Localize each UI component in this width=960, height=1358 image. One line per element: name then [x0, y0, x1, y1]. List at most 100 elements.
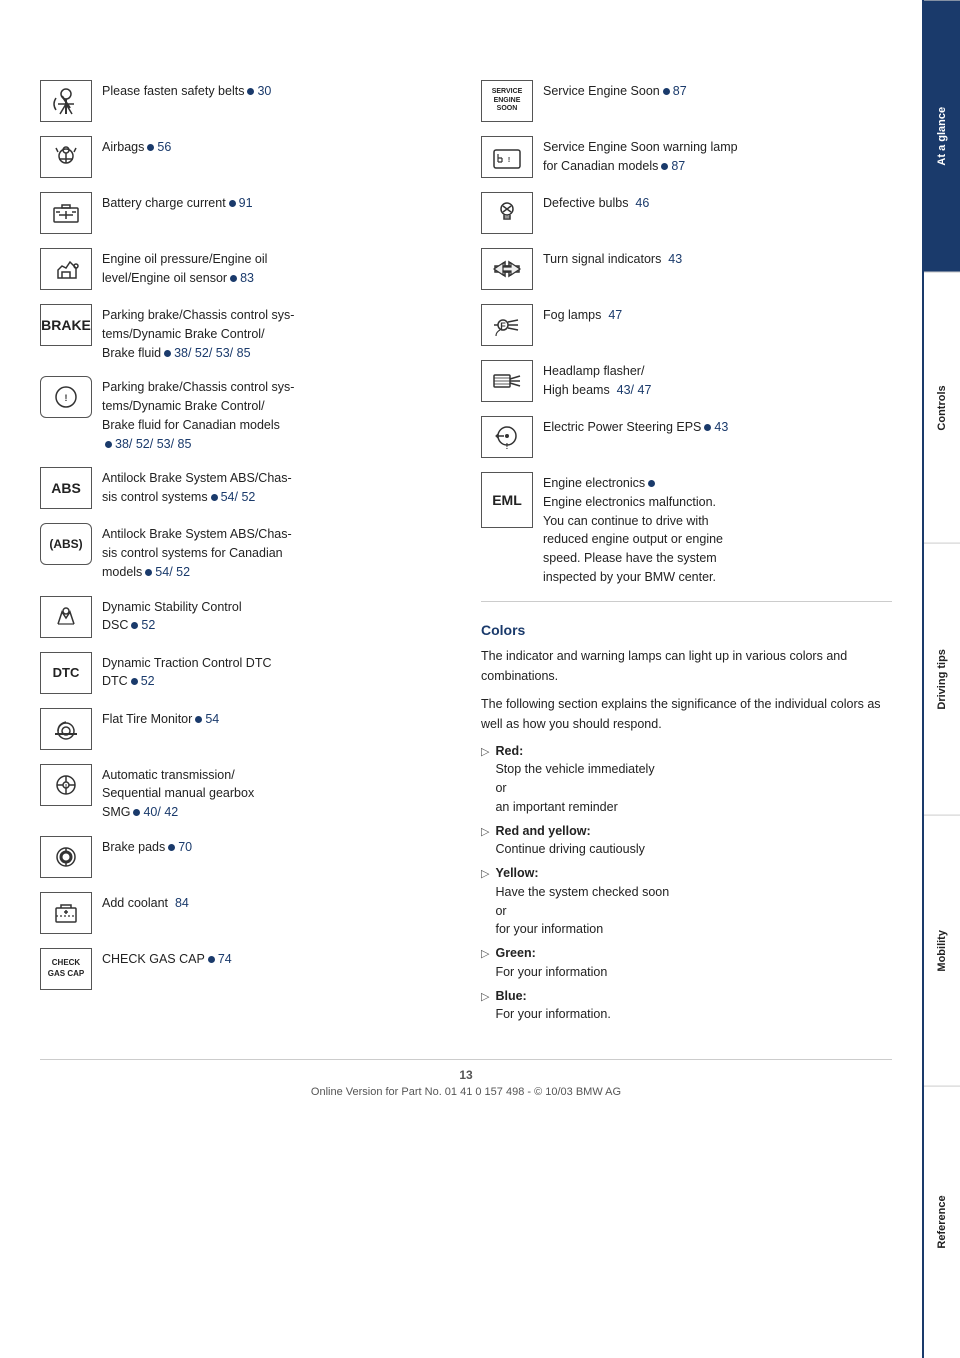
indicator-label: Engine electronics Engine electronics ma… [543, 472, 723, 587]
bullet-dot [145, 569, 152, 576]
sidebar-tab-at-a-glance[interactable]: At a glance [924, 0, 960, 272]
footer-text: Online Version for Part No. 01 41 0 157 … [40, 1086, 892, 1098]
bullet-dot [663, 88, 670, 95]
list-item: DTC Dynamic Traction Control DTCDTC52 [40, 652, 451, 694]
svg-text:!: ! [506, 442, 509, 451]
main-content: Please fasten safety belts30 [0, 0, 922, 1358]
indicator-label: Service Engine Soon warning lampfor Cana… [543, 136, 738, 176]
arrow-icon: ▷ [481, 866, 489, 883]
svg-text:!: ! [508, 157, 510, 164]
content-columns: Please fasten safety belts30 [40, 80, 892, 1029]
indicator-label: Turn signal indicators 43 [543, 248, 682, 269]
abs-icon: ABS [40, 467, 92, 509]
bullet-dot [195, 716, 202, 723]
seatbelt-icon [40, 80, 92, 122]
list-item: (ABS) Antilock Brake System ABS/Chas-sis… [40, 523, 451, 581]
fog-lamps-icon: F [481, 304, 533, 346]
bullet-dot [131, 622, 138, 629]
battery-icon [40, 192, 92, 234]
indicator-label: Parking brake/Chassis control sys-tems/D… [102, 304, 294, 362]
list-item: ! Electric Power Steering EPS43 [481, 416, 892, 458]
list-item: BRAKE Parking brake/Chassis control sys-… [40, 304, 451, 362]
abs-canada-icon: (ABS) [40, 523, 92, 565]
indicator-label: Brake pads70 [102, 836, 192, 857]
flat-tire-icon [40, 708, 92, 750]
right-sidebar: At a glance Controls Driving tips Mobili… [922, 0, 960, 1358]
bullet-dot [661, 163, 668, 170]
list-item: Battery charge current91 [40, 192, 451, 234]
bullet-dot [211, 494, 218, 501]
airbag-icon [40, 136, 92, 178]
defective-bulbs-icon [481, 192, 533, 234]
service-engine-canada-icon: ! [481, 136, 533, 178]
color-blue: ▷ Blue:For your information. [481, 987, 892, 1025]
transmission-icon: ! [40, 764, 92, 806]
indicator-label: Flat Tire Monitor54 [102, 708, 219, 729]
indicator-label: Battery charge current91 [102, 192, 253, 213]
indicator-label: CHECK GAS CAP74 [102, 948, 232, 969]
indicator-label: Please fasten safety belts30 [102, 80, 271, 101]
list-item: Brake pads70 [40, 836, 451, 878]
color-red-yellow: ▷ Red and yellow:Continue driving cautio… [481, 822, 892, 860]
bullet-dot [168, 844, 175, 851]
sidebar-tab-driving-tips[interactable]: Driving tips [924, 543, 960, 815]
dtc-icon: DTC [40, 652, 92, 694]
list-item: F Fog lamps 47 [481, 304, 892, 346]
right-column: SERVICEENGINESOON Service Engine Soon87 … [481, 80, 892, 1029]
colors-section: Colors The indicator and warning lamps c… [481, 622, 892, 1025]
bullet-dot [147, 144, 154, 151]
list-item: EML Engine electronics Engine electronic… [481, 472, 892, 587]
sidebar-tab-reference[interactable]: Reference [924, 1086, 960, 1358]
bullet-dot [230, 275, 237, 282]
brake-pads-icon [40, 836, 92, 878]
bullet-dot [105, 441, 112, 448]
page-footer: 13 Online Version for Part No. 01 41 0 1… [40, 1059, 892, 1098]
list-item: Dynamic Stability ControlDSC52 [40, 596, 451, 638]
svg-text:!: ! [65, 784, 67, 791]
indicator-label: Engine oil pressure/Engine oillevel/Engi… [102, 248, 267, 288]
eml-icon: EML [481, 472, 533, 528]
list-item: SERVICEENGINESOON Service Engine Soon87 [481, 80, 892, 122]
bullet-dot [164, 350, 171, 357]
indicator-label: Defective bulbs 46 [543, 192, 649, 213]
indicator-label: Automatic transmission/Sequential manual… [102, 764, 254, 822]
check-gas-cap-icon: CHECKGAS CAP [40, 948, 92, 990]
sidebar-tab-controls[interactable]: Controls [924, 272, 960, 544]
list-item: Airbags56 [40, 136, 451, 178]
arrow-icon: ▷ [481, 744, 489, 761]
list-item: ABS Antilock Brake System ABS/Chas-sis c… [40, 467, 451, 509]
brake-round-icon: ! [40, 376, 92, 418]
indicator-label: Antilock Brake System ABS/Chas-sis contr… [102, 523, 292, 581]
bullet-dot [247, 88, 254, 95]
indicator-label: Add coolant 84 [102, 892, 189, 913]
section-divider [481, 601, 892, 602]
color-red: ▷ Red:Stop the vehicle immediatelyoran i… [481, 742, 892, 817]
list-item: ! Parking brake/Chassis control sys-tems… [40, 376, 451, 453]
bullet-dot [229, 200, 236, 207]
indicator-label: Dynamic Stability ControlDSC52 [102, 596, 242, 636]
sidebar-tab-mobility[interactable]: Mobility [924, 815, 960, 1087]
list-item: Defective bulbs 46 [481, 192, 892, 234]
page-number: 13 [40, 1068, 892, 1082]
list-item: ! Automatic transmission/Sequential manu… [40, 764, 451, 822]
arrow-icon: ▷ [481, 946, 489, 963]
colors-intro-2: The following section explains the signi… [481, 694, 892, 734]
svg-text:!: ! [65, 393, 68, 403]
turn-signal-icon [481, 248, 533, 290]
svg-text:F: F [500, 321, 506, 331]
bullet-dot [704, 424, 711, 431]
color-yellow: ▷ Yellow:Have the system checked soonorf… [481, 864, 892, 939]
dsc-icon [40, 596, 92, 638]
indicator-label: Headlamp flasher/High beams 43/ 47 [543, 360, 651, 400]
arrow-icon: ▷ [481, 989, 489, 1006]
indicator-label: Airbags56 [102, 136, 171, 157]
headlamp-icon [481, 360, 533, 402]
page-container: Please fasten safety belts30 [0, 0, 960, 1358]
coolant-icon [40, 892, 92, 934]
brake-text-icon: BRAKE [40, 304, 92, 346]
bullet-dot [133, 809, 140, 816]
indicator-label: Parking brake/Chassis control sys-tems/D… [102, 376, 294, 453]
indicator-label: Electric Power Steering EPS43 [543, 416, 728, 437]
colors-title: Colors [481, 622, 892, 638]
list-item: Turn signal indicators 43 [481, 248, 892, 290]
